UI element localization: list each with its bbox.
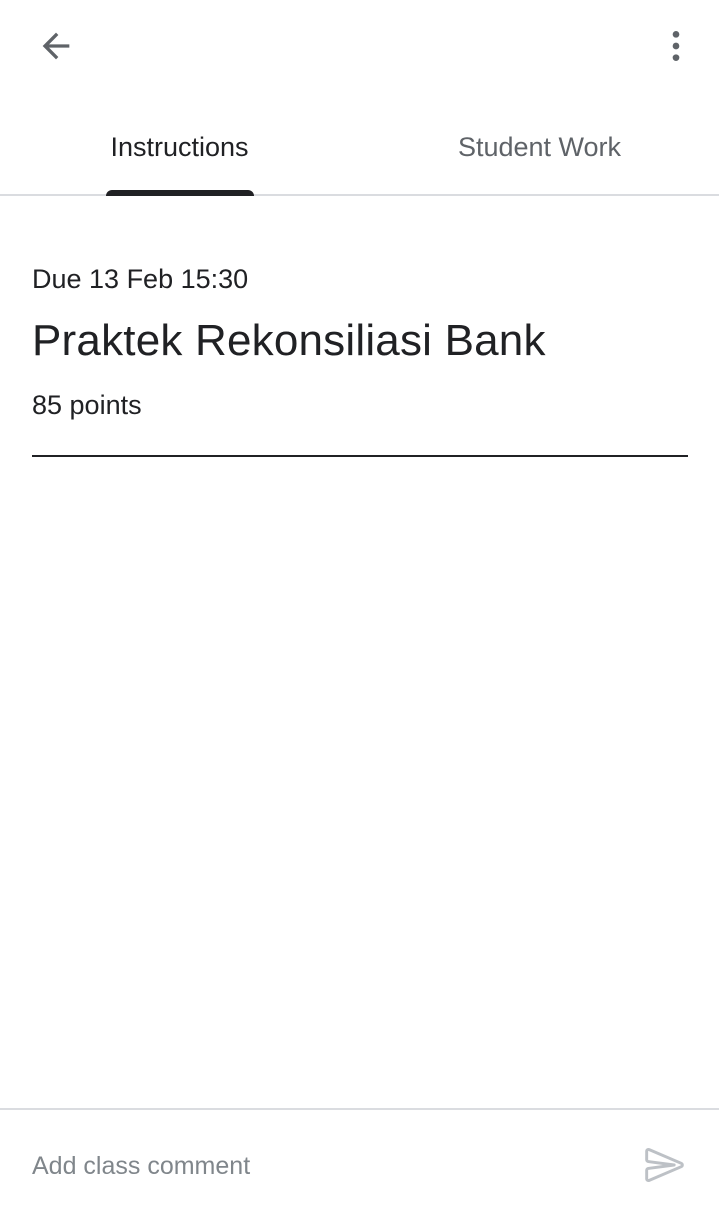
due-date: Due 13 Feb 15:30 (32, 264, 249, 294)
more-vert-icon (672, 31, 680, 61)
back-button[interactable] (20, 10, 92, 82)
arrow-back-icon (42, 32, 70, 60)
tab-instructions-label: Instructions (110, 131, 249, 162)
details-divider (32, 455, 688, 457)
tab-instructions[interactable]: Instructions (0, 100, 359, 194)
assignment-points: 85 points (32, 390, 142, 420)
tab-student-work[interactable]: Student Work (360, 100, 719, 194)
top-app-bar (0, 0, 719, 96)
send-icon (645, 1147, 684, 1183)
tab-student-work-label: Student Work (457, 131, 622, 162)
comment-bar (0, 1108, 719, 1221)
assignment-title: Praktek Rekonsiliasi Bank (32, 316, 546, 365)
send-comment-button[interactable] (630, 1130, 700, 1200)
active-tab-indicator (106, 190, 254, 196)
class-comment-input[interactable] (32, 1138, 612, 1194)
more-options-button[interactable] (640, 10, 712, 82)
tab-bar: Instructions Student Work (0, 100, 719, 196)
assignment-screen: Instructions Student Work Due 13 Feb 15:… (0, 0, 719, 1221)
